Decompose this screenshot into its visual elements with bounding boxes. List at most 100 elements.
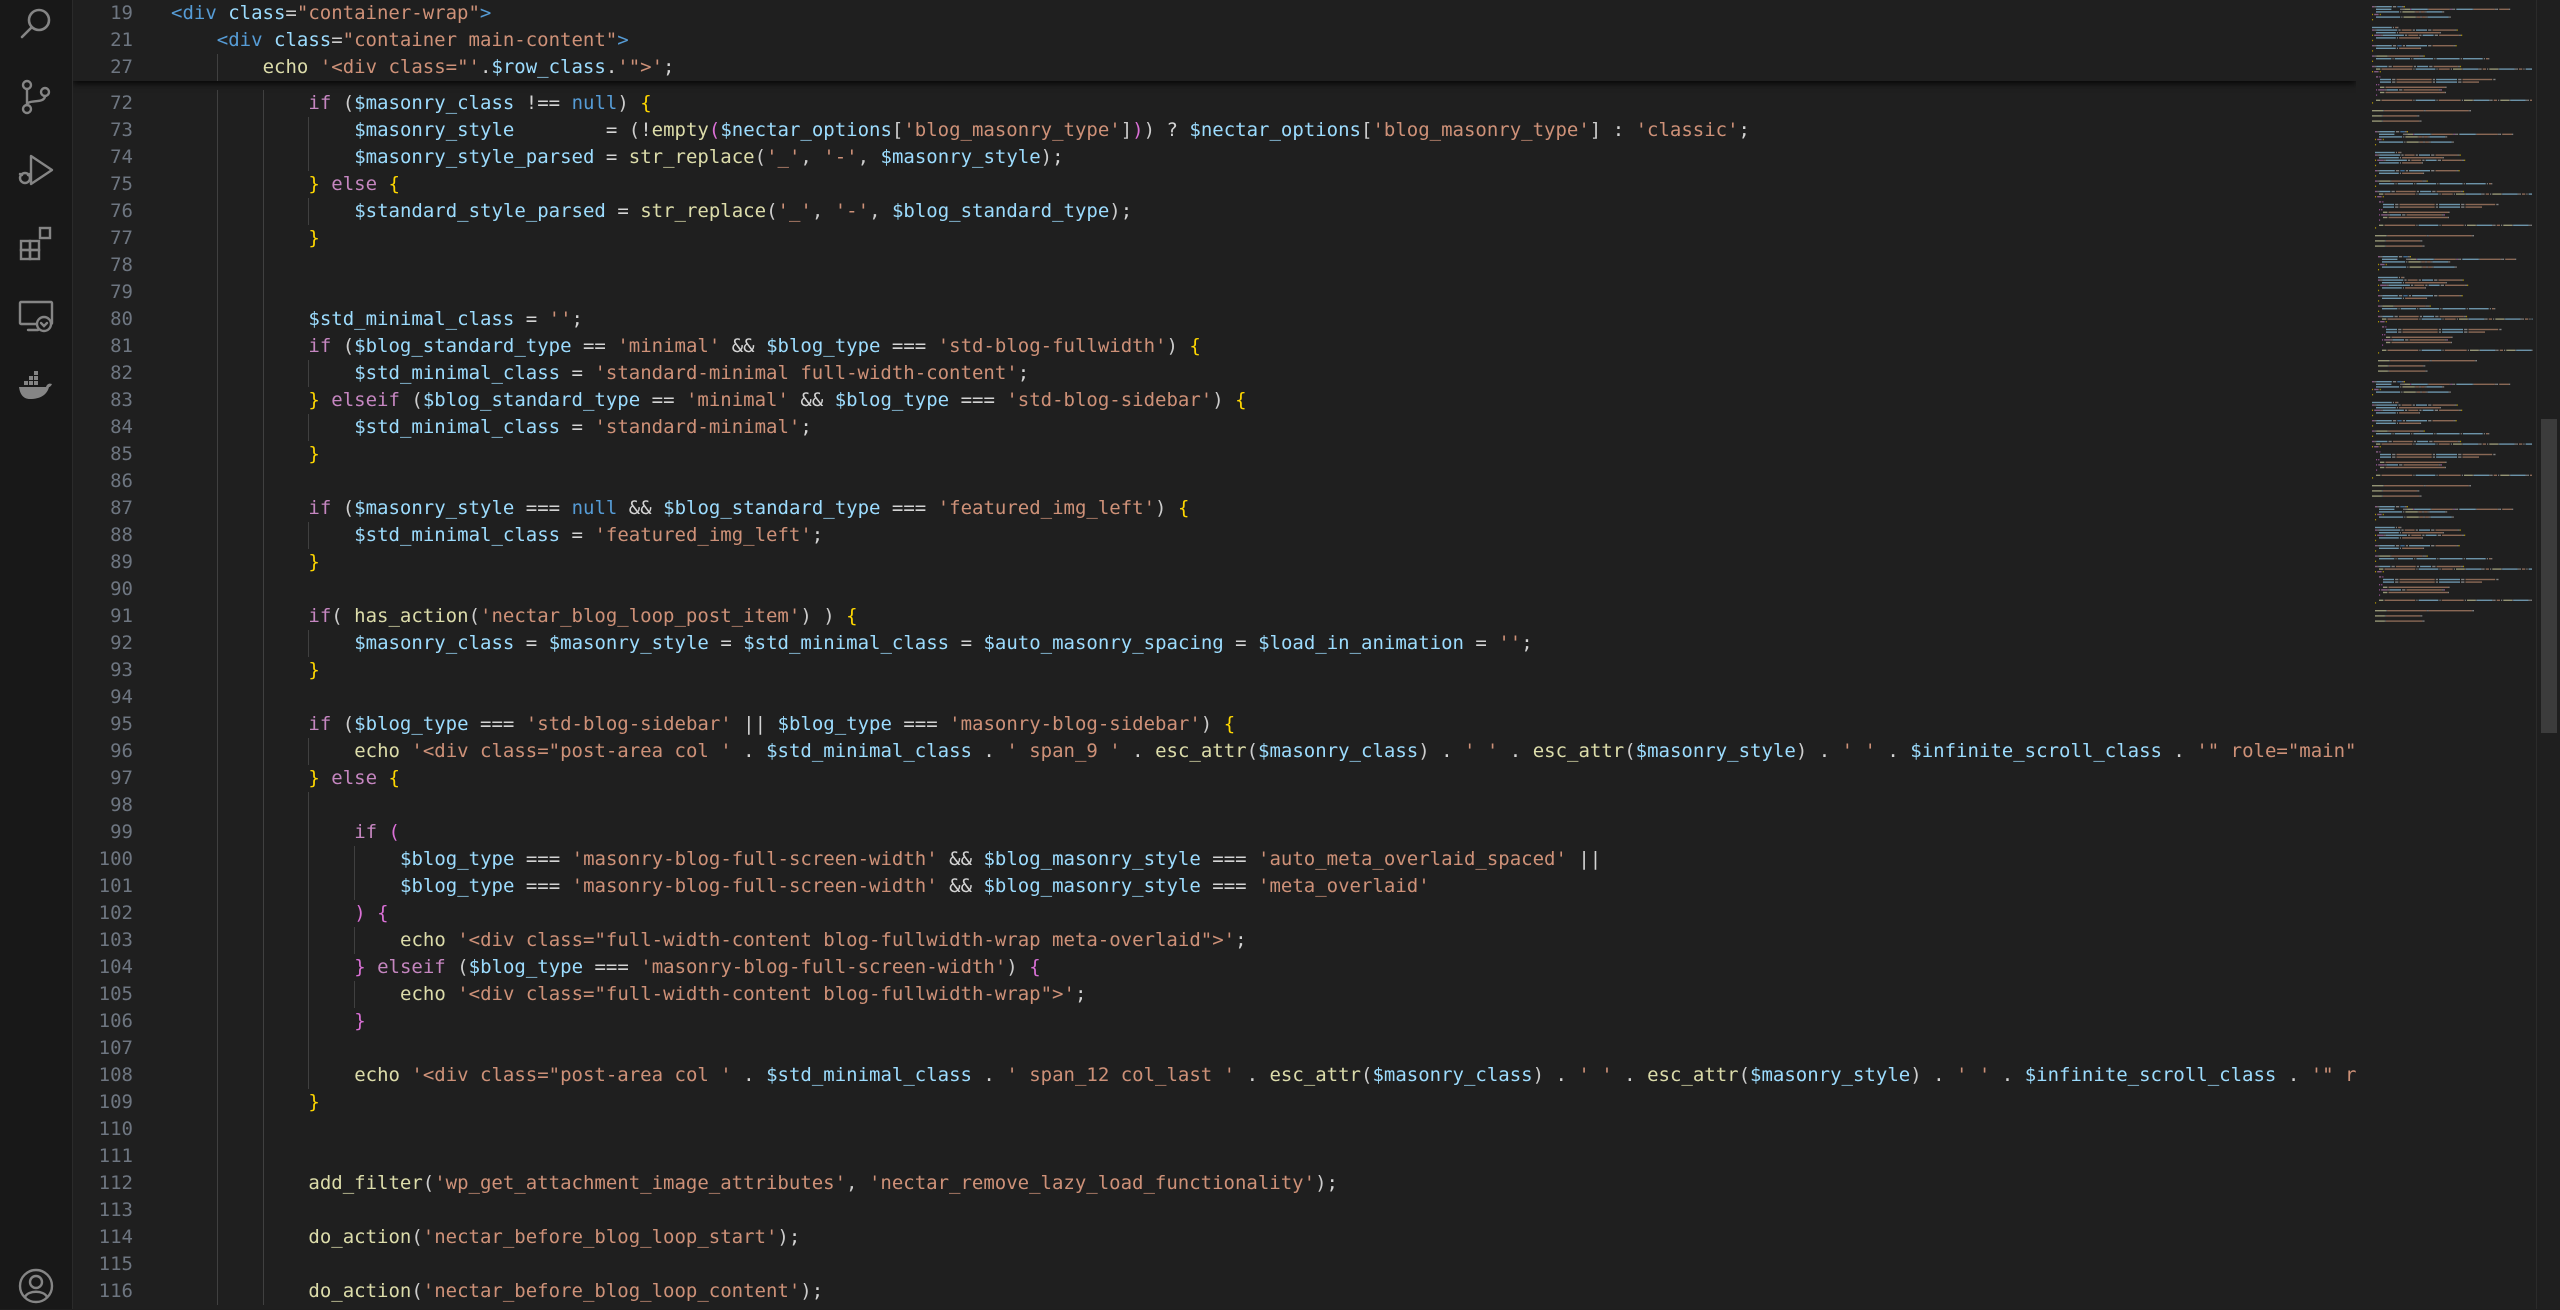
code-line[interactable]: 102) { <box>73 900 2356 927</box>
code-token: . <box>2173 740 2185 762</box>
minimap-token <box>2377 159 2384 161</box>
remote-explorer-icon[interactable] <box>12 292 60 340</box>
code-line[interactable]: 27 echo '<div class="'.$row_class.'">'; <box>73 54 2356 81</box>
code-line[interactable]: 98 <box>73 792 2356 819</box>
code-lines[interactable]: 72 if ($masonry_class !== null) {73 $mason… <box>73 90 2356 1305</box>
search-icon[interactable] <box>12 0 60 48</box>
extensions-icon[interactable] <box>12 218 60 266</box>
code-token: . <box>983 740 995 762</box>
code-line[interactable]: 95 if ($blog_type === 'std-blog-sidebar' … <box>73 711 2356 738</box>
account-icon[interactable] <box>12 1262 60 1310</box>
code-line[interactable]: 113 <box>73 1197 2356 1224</box>
code-line[interactable]: 114 do_action('nectar_before_blog_loop_st… <box>73 1224 2356 1251</box>
code-line[interactable]: 87 if ($masonry_style === null && $blog_s… <box>73 495 2356 522</box>
code-line[interactable]: 94 <box>73 684 2356 711</box>
code-line[interactable]: 76 $standard_style_parsed = str_replace('… <box>73 198 2356 225</box>
code-line[interactable]: 74 $masonry_style_parsed = str_replace('_… <box>73 144 2356 171</box>
minimap-token <box>2402 537 2422 539</box>
minimap-token <box>2414 183 2416 185</box>
run-debug-icon[interactable] <box>12 146 60 194</box>
code-line[interactable]: 92 $masonry_class = $masonry_style = $std… <box>73 630 2356 657</box>
code-line[interactable]: 103 echo '<div class="full-width-content … <box>73 927 2356 954</box>
minimap-token <box>2406 506 2408 508</box>
minimap-token <box>2417 258 2434 260</box>
code-line[interactable]: 81 if ($blog_standard_type == 'minimal' &… <box>73 333 2356 360</box>
line-number: 74 <box>110 146 133 168</box>
code-line[interactable]: 108 echo '<div class="post-area col ' . $… <box>73 1062 2356 1089</box>
minimap-token <box>2462 258 2479 260</box>
code-line[interactable]: 85} <box>73 441 2356 468</box>
minimap-token <box>2457 133 2459 135</box>
code-line[interactable]: 80 $std_minimal_class = ''; <box>73 306 2356 333</box>
code-line[interactable]: 73 $masonry_style = (!empty($nectar_optio… <box>73 117 2356 144</box>
code-line[interactable]: 79 <box>73 279 2356 306</box>
code-line[interactable]: 78 <box>73 252 2356 279</box>
code-line[interactable]: 107 <box>73 1035 2356 1062</box>
code-line[interactable]: 77} <box>73 225 2356 252</box>
code-line[interactable]: 72 if ($masonry_class !== null) { <box>73 90 2356 117</box>
code-line[interactable]: 112 add_filter('wp_get_attachment_image_a… <box>73 1170 2356 1197</box>
code-line[interactable]: 100 $blog_type === 'masonry-blog-full-scr… <box>73 846 2356 873</box>
code-line[interactable]: 109} <box>73 1089 2356 1116</box>
code-line[interactable]: 116 do_action('nectar_before_blog_loop_co… <box>73 1278 2356 1305</box>
code-line[interactable]: 89} <box>73 549 2356 576</box>
code-line[interactable]: 19 <div class="container-wrap"> <box>73 0 2356 27</box>
minimap-token <box>2377 571 2382 573</box>
code-line[interactable]: 104} elseif ($blog_type === 'masonry-blo… <box>73 954 2356 981</box>
code-line[interactable]: 91 if( has_action('nectar_blog_loop_post_… <box>73 603 2356 630</box>
docker-icon[interactable] <box>12 363 60 411</box>
code-token: '" role="main" data-ams="' <box>2196 740 2356 762</box>
code-token: = <box>617 200 629 222</box>
code-line[interactable]: 21 <div class="container main-content"> <box>73 27 2356 54</box>
code-editor[interactable]: 19 <div class="container-wrap"> 21 <div cla… <box>73 0 2356 1309</box>
code-line[interactable]: 93} <box>73 657 2356 684</box>
code-line[interactable]: 84 $std_minimal_class = 'standard-minimal… <box>73 414 2356 441</box>
minimap-token <box>2423 365 2425 367</box>
indent-guide <box>262 1170 264 1197</box>
minimap-token <box>2375 545 2378 547</box>
code-token: 'masonry-blog-sidebar' <box>949 713 1201 735</box>
minimap-token <box>2372 29 2375 31</box>
source-control-icon[interactable] <box>12 73 60 121</box>
code-line[interactable]: 83} elseif ($blog_standard_type == 'mini… <box>73 387 2356 414</box>
code-line[interactable]: 75} else { <box>73 171 2356 198</box>
minimap-token <box>2423 141 2426 143</box>
minimap-token <box>2409 266 2422 268</box>
minimap-token <box>2396 412 2398 414</box>
code-line[interactable]: 105 echo '<div class="full-width-content … <box>73 981 2356 1008</box>
code-line[interactable]: 86 <box>73 468 2356 495</box>
code-line[interactable]: 111 <box>73 1143 2356 1170</box>
indent-guide <box>262 90 264 117</box>
minimap-token <box>2453 443 2462 445</box>
scrollbar-thumb[interactable] <box>2541 418 2557 734</box>
minimap-token <box>2454 29 2457 31</box>
code-token: $blog_masonry_style <box>983 848 1201 870</box>
code-line[interactable]: 90 <box>73 576 2356 603</box>
code-line[interactable]: 82 $std_minimal_class = 'standard-minimal… <box>73 360 2356 387</box>
minimap-token <box>2425 305 2430 307</box>
code-line[interactable]: 99 if ( <box>73 819 2356 846</box>
code-token: '">' <box>617 56 664 78</box>
indent-guide <box>262 630 264 657</box>
vertical-scrollbar[interactable] <box>2536 0 2560 1309</box>
minimap-token <box>2473 99 2490 101</box>
sticky-scroll-header[interactable]: 19 <div class="container-wrap"> 21 <div cla… <box>73 0 2356 81</box>
line-number: 102 <box>98 902 133 924</box>
code-line[interactable]: 101 $blog_type === 'masonry-blog-full-scr… <box>73 873 2356 900</box>
code-token: . <box>1818 740 1831 762</box>
code-line[interactable]: 106} <box>73 1008 2356 1035</box>
code-line[interactable]: 110 <box>73 1116 2356 1143</box>
minimap-token <box>2459 529 2461 531</box>
code-token: || <box>743 713 767 735</box>
minimap-token <box>2380 461 2385 463</box>
minimap[interactable] <box>2356 0 2536 1309</box>
minimap-token <box>2378 365 2388 367</box>
code-line[interactable]: 88 $std_minimal_class = 'featured_img_lef… <box>73 522 2356 549</box>
minimap-token <box>2374 13 2379 16</box>
code-line[interactable]: 97} else { <box>73 765 2356 792</box>
code-line[interactable]: 115 <box>73 1251 2356 1278</box>
code-line[interactable]: 96 echo '<div class="post-area col ' . $s… <box>73 738 2356 765</box>
minimap-token <box>2438 279 2461 281</box>
